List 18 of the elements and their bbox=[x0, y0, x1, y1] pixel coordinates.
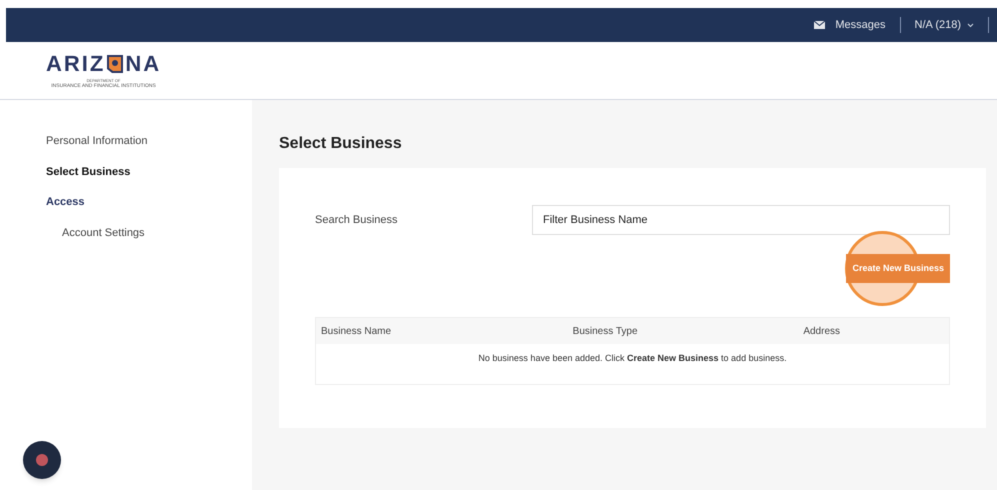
empty-table-message: No business have been added. Click Create New Business to add business. bbox=[478, 352, 787, 365]
chevron-down-icon bbox=[967, 22, 974, 28]
sidebar-item[interactable]: Account Settings bbox=[62, 224, 145, 241]
dot-icon bbox=[36, 454, 48, 466]
sidebar-item[interactable]: Select Business bbox=[46, 164, 130, 180]
search-label: Search Business bbox=[315, 212, 399, 228]
user-menu[interactable]: N/A (218) bbox=[914, 16, 974, 34]
floating-action-button[interactable] bbox=[23, 441, 61, 479]
sidebar-item[interactable]: Personal Information bbox=[46, 133, 148, 150]
page-title: Select Business bbox=[279, 134, 403, 154]
search-field[interactable]: Filter Business Name bbox=[532, 205, 950, 235]
column-header: Business Name bbox=[321, 324, 392, 338]
state-outline-icon bbox=[106, 54, 124, 74]
column-header: Business Type bbox=[572, 324, 639, 338]
sidebar-item[interactable]: Access bbox=[46, 194, 85, 210]
mail-icon bbox=[814, 21, 826, 29]
messages-link[interactable]: Messages bbox=[835, 16, 886, 34]
column-header: Address bbox=[802, 324, 842, 338]
